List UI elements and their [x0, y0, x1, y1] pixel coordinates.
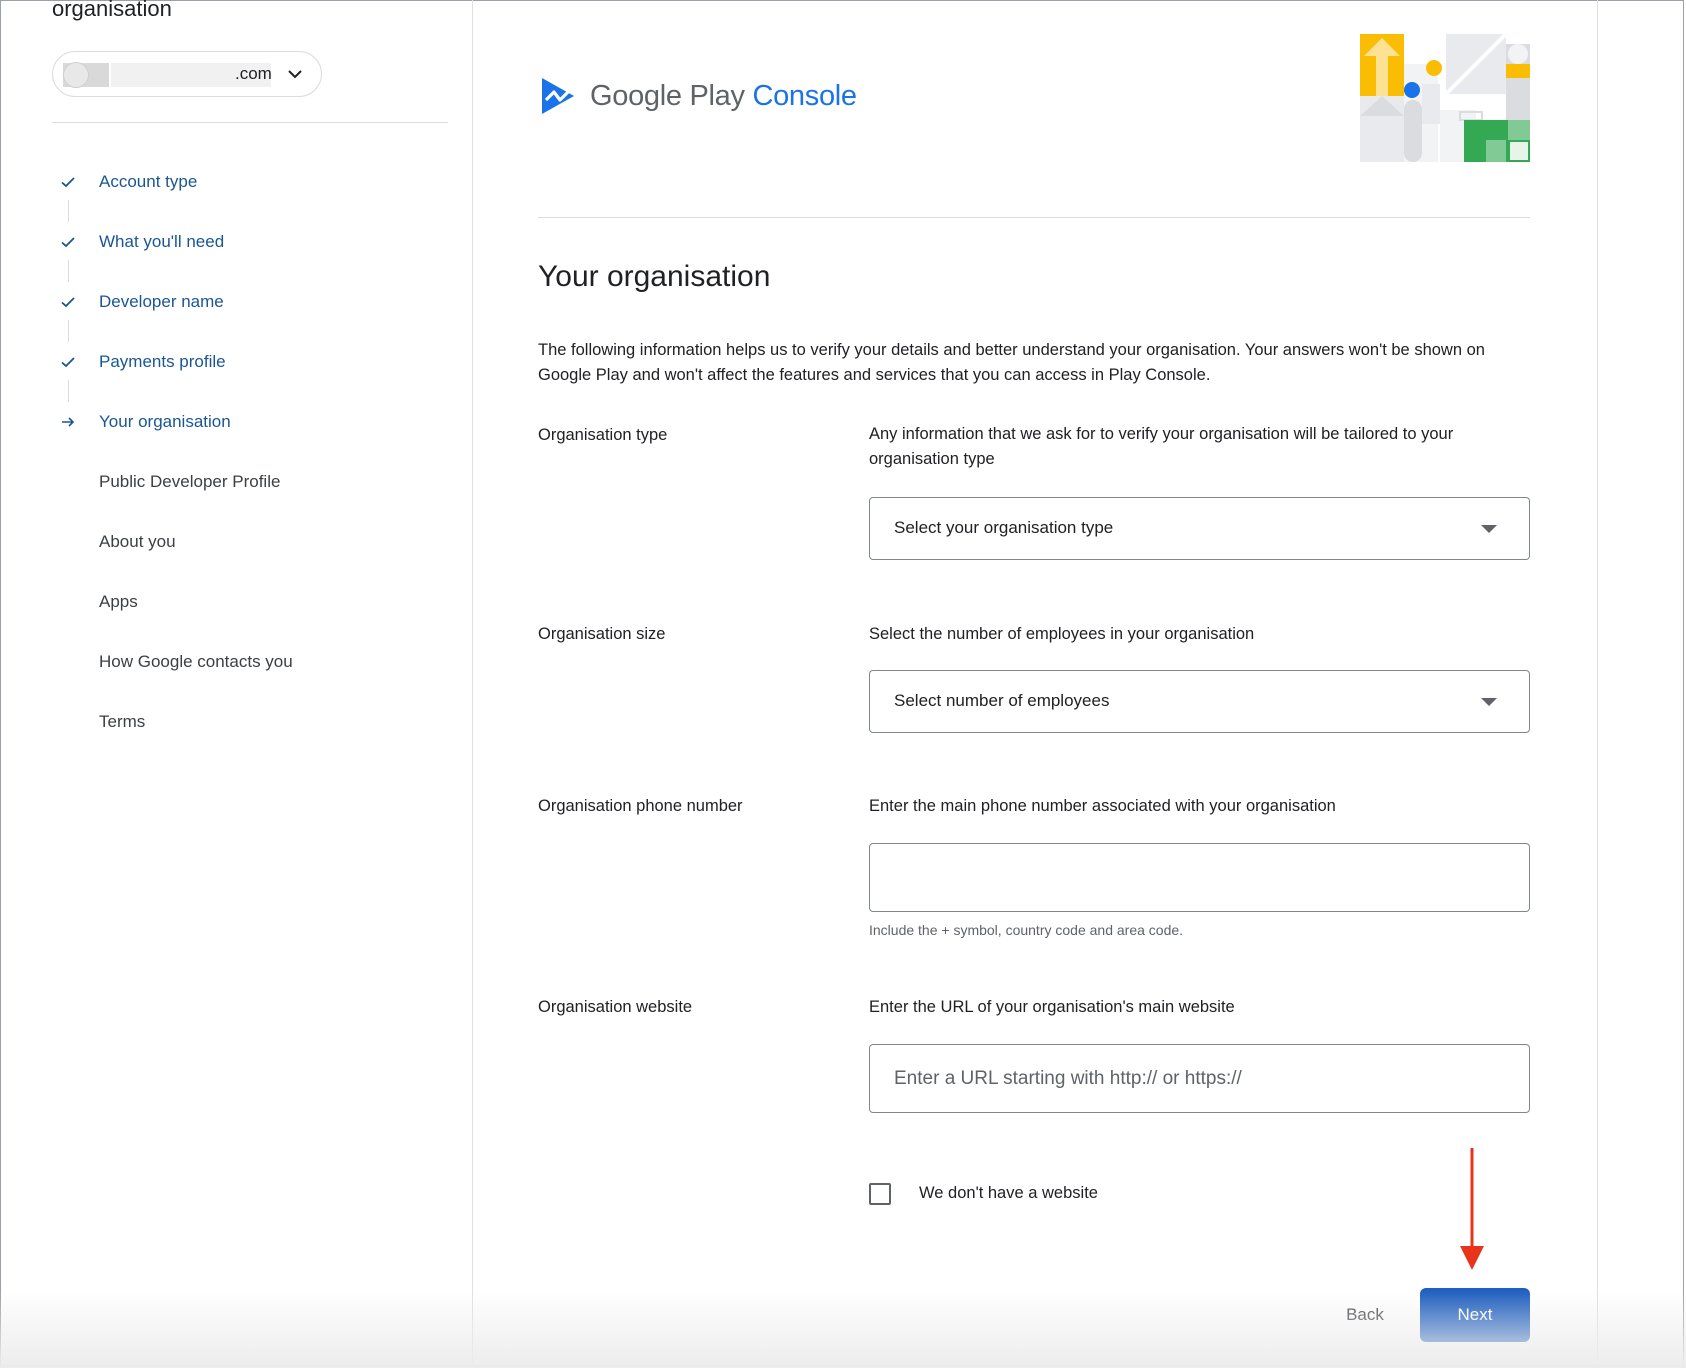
check-icon — [61, 357, 75, 368]
step-apps[interactable]: Apps — [52, 588, 448, 618]
annotation-arrow-icon — [1460, 1148, 1484, 1270]
org-size-description: Select the number of employees in your o… — [869, 625, 1255, 643]
org-website-label: Organisation website — [538, 998, 693, 1016]
step-label: What you'll need — [99, 232, 225, 251]
check-icon — [61, 177, 75, 188]
step-your-organisation[interactable]: Your organisation — [52, 408, 448, 438]
no-website-label: We don't have a website — [919, 1184, 1098, 1202]
right-divider — [1597, 0, 1598, 1368]
step-label: Public Developer Profile — [99, 472, 281, 491]
account-switcher[interactable]: .com — [52, 51, 322, 97]
check-icon — [61, 297, 75, 308]
org-phone-input[interactable] — [869, 843, 1530, 912]
step-label: Account type — [99, 172, 198, 191]
next-button[interactable]: Next — [1420, 1288, 1530, 1342]
setup-sidebar: organisation .com Account type What you'… — [0, 0, 473, 1368]
step-about-you[interactable]: About you — [52, 528, 448, 558]
step-public-developer-profile[interactable]: Public Developer Profile — [52, 468, 448, 498]
step-payments-profile[interactable]: Payments profile — [52, 348, 448, 378]
org-type-select-value: Select your organisation type — [894, 518, 1114, 537]
org-type-description: Any information that we ask for to verif… — [869, 425, 1454, 468]
org-website-description: Enter the URL of your organisation's mai… — [869, 998, 1235, 1016]
chevron-down-icon — [288, 70, 302, 79]
org-type-select[interactable]: Select your organisation type — [869, 497, 1530, 560]
step-label: Terms — [99, 712, 146, 731]
brand-wordmark: Google Play Console — [590, 80, 857, 113]
org-size-select[interactable]: Select number of employees — [869, 670, 1530, 733]
step-account-type[interactable]: Account type — [52, 168, 448, 198]
brand-console: Console — [752, 80, 857, 112]
step-label: How Google contacts you — [99, 652, 293, 671]
header-divider — [538, 217, 1530, 218]
dropdown-arrow-icon — [1481, 698, 1497, 706]
brand-google-play: Google Play — [590, 80, 745, 112]
org-phone-description: Enter the main phone number associated w… — [869, 797, 1336, 815]
step-connector — [68, 380, 69, 402]
sidebar-title: organisation — [52, 0, 172, 21]
step-connector — [68, 200, 69, 222]
step-connector — [68, 260, 69, 282]
page-title: Your organisation — [538, 260, 771, 293]
step-label: About you — [99, 532, 176, 551]
no-website-checkbox[interactable] — [869, 1183, 891, 1205]
sidebar-divider — [52, 122, 448, 123]
step-label: Developer name — [99, 292, 224, 311]
org-type-label: Organisation type — [538, 426, 668, 444]
arrow-right-icon — [62, 417, 75, 427]
hero-illustration-icon — [1360, 34, 1530, 162]
play-console-logo-icon — [542, 78, 574, 114]
step-how-google-contacts-you[interactable]: How Google contacts you — [52, 648, 448, 678]
step-label: Apps — [99, 592, 138, 611]
step-terms[interactable]: Terms — [52, 708, 448, 738]
avatar — [63, 62, 89, 88]
step-label: Your organisation — [99, 412, 231, 431]
check-icon — [61, 237, 75, 248]
org-size-label: Organisation size — [538, 625, 666, 643]
org-phone-helper: Include the + symbol, country code and a… — [869, 922, 1184, 938]
org-size-select-value: Select number of employees — [894, 691, 1110, 710]
dropdown-arrow-icon — [1481, 525, 1497, 533]
account-email-suffix: .com — [235, 64, 272, 83]
step-connector — [68, 320, 69, 342]
main-content: Google Play Console Your organisation Th… — [472, 0, 1598, 1368]
no-website-row[interactable]: We don't have a website — [869, 1181, 1169, 1211]
intro-text: The following information helps us to ve… — [538, 341, 1485, 384]
back-button[interactable]: Back — [1322, 1288, 1408, 1342]
step-developer-name[interactable]: Developer name — [52, 288, 448, 318]
step-what-youll-need[interactable]: What you'll need — [52, 228, 448, 258]
org-phone-label: Organisation phone number — [538, 797, 743, 815]
step-label: Payments profile — [99, 352, 226, 371]
org-website-input[interactable] — [869, 1044, 1530, 1113]
